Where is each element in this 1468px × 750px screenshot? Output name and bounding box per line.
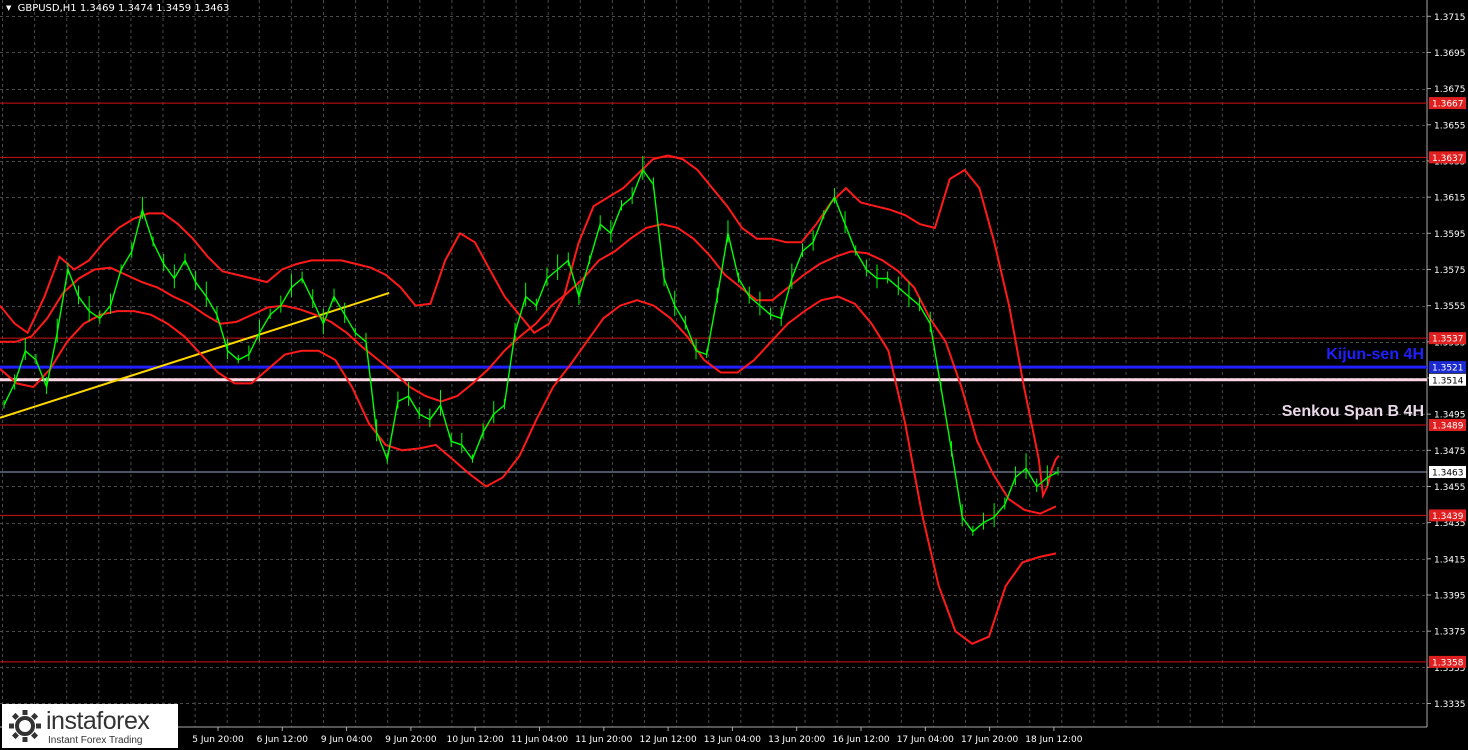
price-tag-label: 1.3489 — [1432, 421, 1464, 431]
y-tick-label: 1.3715 — [1434, 13, 1466, 23]
y-tick-label: 1.3555 — [1434, 302, 1466, 312]
x-tick-label: 11 Jun 20:00 — [575, 735, 632, 745]
collapse-triangle-icon[interactable]: ▼ — [6, 4, 11, 12]
x-tick-label: 6 Jun 12:00 — [257, 735, 309, 745]
x-tick-label: 17 Jun 04:00 — [897, 735, 954, 745]
x-tick-label: 16 Jun 12:00 — [832, 735, 889, 745]
instaforex-logo-icon — [9, 710, 41, 742]
x-tick-label: 13 Jun 20:00 — [768, 735, 825, 745]
ohlc-values: 1.3469 1.3474 1.3459 1.3463 — [79, 3, 230, 14]
price-tag-label: 1.3358 — [1432, 658, 1464, 668]
watermark-brand: instaforex — [46, 707, 150, 735]
instaforex-watermark: instaforex Instant Forex Trading — [2, 704, 178, 748]
price-tag-label: 1.3439 — [1432, 512, 1464, 522]
y-tick-label: 1.3415 — [1434, 555, 1466, 565]
y-tick-label: 1.3575 — [1434, 266, 1466, 276]
y-tick-label: 1.3395 — [1434, 591, 1466, 601]
senkou-span-b-label: Senkou Span B 4H — [1281, 403, 1424, 420]
y-tick-label: 1.3615 — [1434, 194, 1466, 204]
x-tick-label: 9 Jun 20:00 — [385, 735, 437, 745]
y-tick-label: 1.3335 — [1434, 700, 1466, 710]
price-tag-label: 1.3667 — [1432, 100, 1464, 110]
kijun-sen-label: Kijun-sen 4H — [1326, 346, 1424, 363]
price-tag-label: 1.3637 — [1432, 154, 1464, 164]
x-tick-label: 10 Jun 12:00 — [447, 735, 504, 745]
x-tick-label: 17 Jun 20:00 — [961, 735, 1018, 745]
x-tick-label: 18 Jun 12:00 — [1025, 735, 1082, 745]
x-tick-label: 12 Jun 12:00 — [640, 735, 697, 745]
price-tag-label: 1.3463 — [1432, 469, 1464, 479]
x-tick-label: 13 Jun 04:00 — [704, 735, 761, 745]
y-tick-label: 1.3455 — [1434, 483, 1466, 493]
symbol-label: GBPUSD,H1 — [17, 3, 77, 14]
x-tick-label: 5 Jun 20:00 — [192, 735, 244, 745]
watermark-tagline: Instant Forex Trading — [48, 735, 143, 746]
x-tick-label: 11 Jun 04:00 — [511, 735, 568, 745]
price-tag-label: 1.3514 — [1432, 376, 1464, 386]
y-tick-label: 1.3595 — [1434, 230, 1466, 240]
y-tick-label: 1.3675 — [1434, 85, 1466, 95]
price-tag-label: 1.3537 — [1432, 335, 1464, 345]
y-tick-label: 1.3375 — [1434, 628, 1466, 638]
symbol-info-bar: ▼ GBPUSD,H1 1.3469 1.3474 1.3459 1.3463 — [6, 3, 229, 14]
y-tick-label: 1.3475 — [1434, 447, 1466, 457]
price-chart[interactable]: 1.37151.36951.36751.36551.36351.36151.35… — [0, 0, 1468, 750]
price-tag-label: 1.3521 — [1432, 364, 1464, 374]
y-tick-label: 1.3655 — [1434, 121, 1466, 131]
y-tick-label: 1.3695 — [1434, 49, 1466, 59]
x-tick-label: 9 Jun 04:00 — [321, 735, 373, 745]
